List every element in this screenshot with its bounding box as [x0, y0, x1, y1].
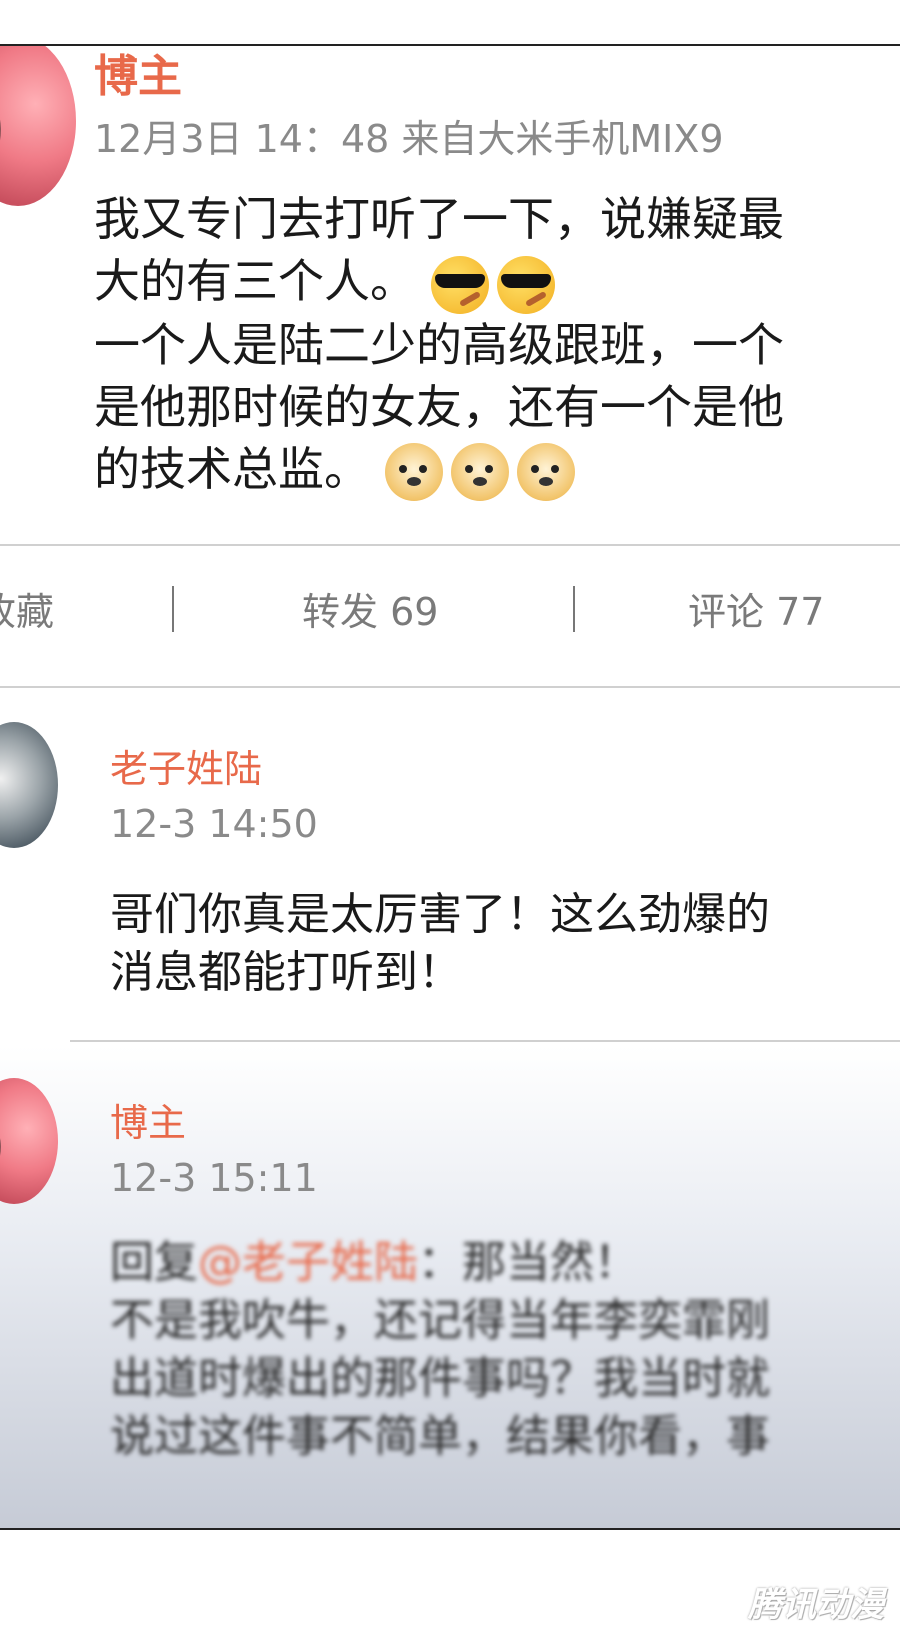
comment-time: 12-3 14:50 — [110, 802, 318, 846]
reply-line: 说过这件事不简单，结果你看，事 — [110, 1411, 770, 1462]
post-line-3: 一个人是陆二少的高级跟班，一个 — [94, 317, 784, 372]
reply-text: ：那当然！ — [418, 1237, 638, 1288]
comment-body: 哥们你真是太厉害了！这么劲爆的 消息都能打听到！ — [110, 886, 770, 1002]
commenter-avatar[interactable] — [0, 722, 58, 848]
reply-author-name[interactable]: 博主 — [110, 1092, 186, 1147]
post-meta: 12月3日 14：48 来自大米手机MIX9 — [94, 117, 724, 161]
reply-time: 12-3 15:11 — [110, 1156, 318, 1200]
reply-line: 不是我吹牛，还记得当年李奕霏刚 — [110, 1295, 770, 1346]
action-separator — [172, 586, 174, 632]
reply-prefix: 回复 — [110, 1237, 198, 1288]
comment-button[interactable]: 评论 77 — [688, 581, 824, 636]
post-line-4: 是他那时候的女友，还有一个是他 — [94, 379, 784, 434]
post-author-name[interactable]: 博主 — [94, 46, 182, 104]
repost-button[interactable]: 转发 69 — [302, 581, 438, 636]
post-divider — [0, 544, 900, 546]
comment-line: 哥们你真是太厉害了！这么劲爆的 — [110, 889, 770, 940]
cool-emoji — [430, 255, 489, 314]
comment-author-name[interactable]: 老子姓陆 — [110, 738, 262, 793]
post-line-5-text: 的技术总监。 — [94, 441, 370, 496]
action-divider — [0, 686, 900, 688]
post-line-2: 大的有三个人。 — [94, 250, 784, 314]
reply-body: 回复@老子姓陆：那当然！ 不是我吹牛，还记得当年李奕霏刚 出道时爆出的那件事吗？… — [110, 1234, 770, 1466]
doge-emoji — [384, 443, 443, 501]
comment-divider — [70, 1040, 900, 1042]
reply-mention[interactable]: @老子姓陆 — [198, 1237, 418, 1288]
post-line-5: 的技术总监。 — [94, 438, 784, 501]
blogger-avatar[interactable] — [0, 46, 76, 206]
post-body: 我又专门去打听了一下，说嫌疑最 大的有三个人。 一个人是陆二少的高级跟班，一个 … — [94, 188, 784, 501]
favorite-button[interactable]: 收藏 — [0, 581, 54, 636]
post-line-1: 我又专门去打听了一下，说嫌疑最 — [94, 192, 784, 246]
reply-line: 出道时爆出的那件事吗？我当时就 — [110, 1353, 770, 1404]
cool-emoji — [496, 255, 555, 314]
weibo-thread-panel: 博主 12月3日 14：48 来自大米手机MIX9 我又专门去打听了一下，说嫌疑… — [0, 44, 900, 1530]
comment-line: 消息都能打听到！ — [110, 947, 462, 998]
doge-emoji — [450, 443, 509, 501]
post-line-2-text: 大的有三个人。 — [94, 254, 416, 308]
action-separator — [573, 586, 575, 632]
watermark-logo: 腾讯动漫 — [748, 1585, 884, 1625]
doge-emoji — [516, 443, 575, 501]
reply-first-line: 回复@老子姓陆：那当然！ — [110, 1234, 770, 1292]
